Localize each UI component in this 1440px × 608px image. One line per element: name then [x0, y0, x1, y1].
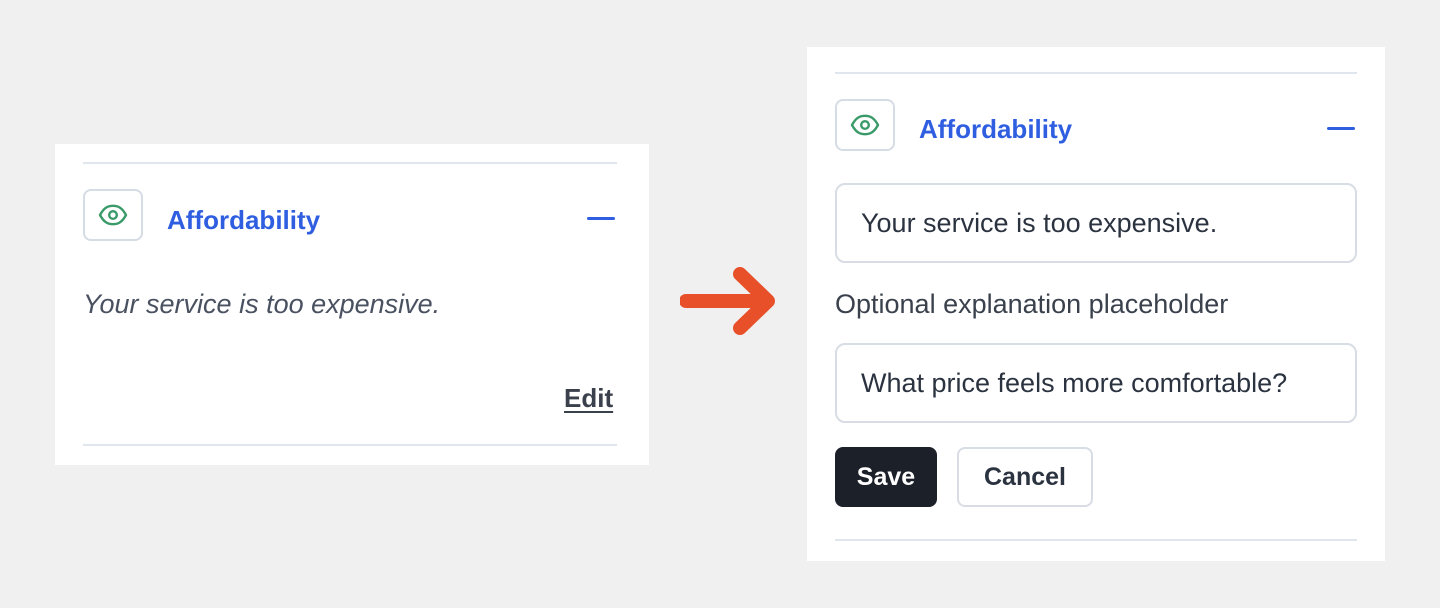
explanation-label: Optional explanation placeholder [835, 289, 1229, 319]
minus-icon [1327, 126, 1355, 130]
edit-link[interactable]: Edit [564, 383, 613, 413]
objection-card-editing: Affordability Optional explanation place… [807, 47, 1385, 561]
cancel-button[interactable]: Cancel [957, 447, 1093, 507]
collapse-button[interactable] [581, 203, 621, 233]
eye-icon [98, 204, 128, 226]
visibility-toggle[interactable] [835, 99, 895, 151]
top-divider [835, 72, 1357, 74]
top-divider [83, 162, 617, 164]
bottom-divider [835, 539, 1357, 541]
bottom-divider [83, 444, 617, 446]
explanation-input[interactable] [835, 343, 1357, 423]
save-button[interactable]: Save [835, 447, 937, 507]
statement-input[interactable] [835, 183, 1357, 263]
category-title: Affordability [919, 114, 1073, 144]
objection-card-collapsed: Affordability Your service is too expens… [55, 144, 649, 465]
visibility-toggle[interactable] [83, 189, 143, 241]
arrow-right-icon [680, 267, 775, 335]
objection-statement: Your service is too expensive. [83, 289, 441, 319]
minus-icon [587, 216, 615, 220]
eye-icon [850, 114, 880, 136]
category-title: Affordability [167, 205, 321, 235]
collapse-button[interactable] [1321, 113, 1361, 143]
